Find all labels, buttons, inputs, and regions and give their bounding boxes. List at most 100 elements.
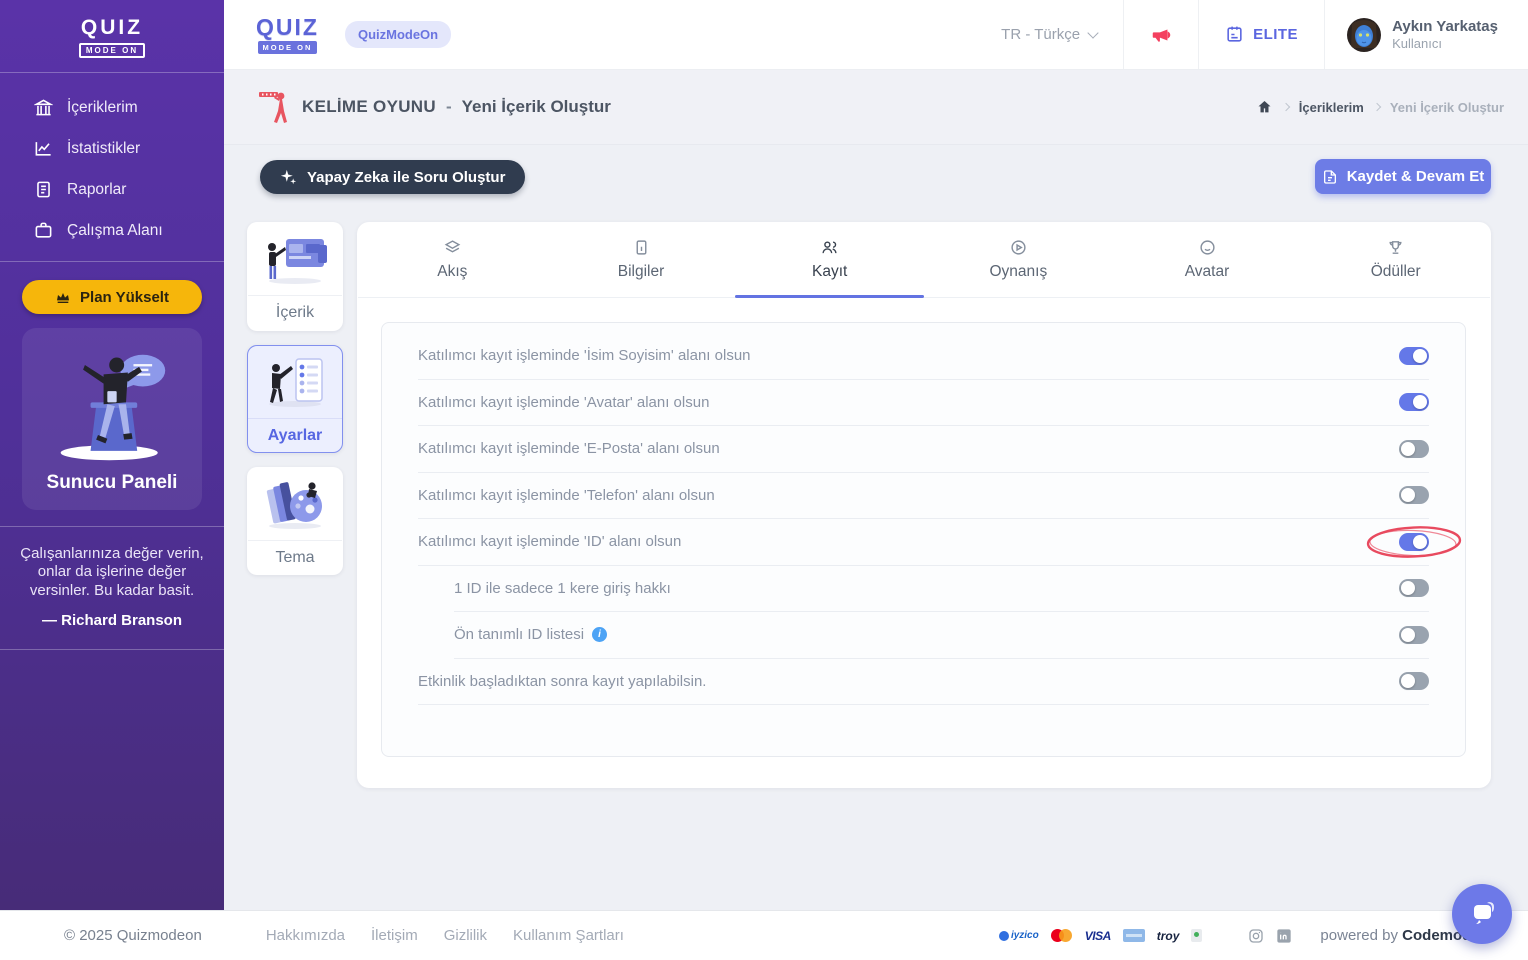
footer-right: iyzico VISA troy powered by Codemodeon: [999, 927, 1498, 944]
home-icon[interactable]: [1256, 99, 1273, 115]
setting-label: Etkinlik başladıktan sonra kayıt yapılab…: [418, 672, 707, 690]
instagram-icon[interactable]: [1248, 928, 1264, 944]
footer-link-iletisim[interactable]: İletişim: [371, 927, 418, 944]
registration-settings-panel: Katılımcı kayıt işleminde 'İsim Soyisim'…: [381, 322, 1466, 757]
app-logo[interactable]: QUIZ MODE ON: [256, 0, 319, 69]
ai-generate-button[interactable]: Yapay Zeka ile Soru Oluştur: [260, 160, 526, 194]
workspace-badge[interactable]: QuizModeOn: [344, 21, 452, 48]
toggle-knob: [1413, 395, 1427, 410]
toggle-isim-soyisim[interactable]: [1399, 346, 1429, 365]
sidebar-item-calisma-alani[interactable]: Çalışma Alanı: [0, 210, 224, 251]
setting-label: Katılımcı kayıt işleminde 'ID' alanı ols…: [418, 533, 682, 551]
breadcrumb-link-iceriklerim[interactable]: İçeriklerim: [1299, 100, 1364, 115]
toggle-knob: [1401, 441, 1415, 456]
avatar: [1347, 17, 1382, 52]
logo-subtext: MODE ON: [257, 40, 318, 54]
sidebar-item-istatistikler[interactable]: İstatistikler: [0, 128, 224, 169]
toggle-id[interactable]: [1399, 532, 1429, 551]
megaphone-icon: [1152, 29, 1171, 42]
side-nav-label: Tema: [248, 540, 342, 574]
logo-text: QUIZ: [256, 13, 319, 40]
setting-row: Etkinlik başladıktan sonra kayıt yapılab…: [418, 659, 1429, 705]
footer-link-kullanim-sartlari[interactable]: Kullanım Şartları: [513, 927, 624, 944]
toggle-tek-giris[interactable]: [1399, 579, 1429, 598]
tab-bilgiler[interactable]: Bilgiler: [547, 222, 736, 297]
footer-link-hakkimizda[interactable]: Hakkımızda: [266, 927, 345, 944]
user-menu[interactable]: Aykın Yarkataş Kullanıcı: [1324, 0, 1528, 69]
language-label: TR - Türkçe: [1001, 26, 1081, 43]
setting-row: Katılımcı kayıt işleminde 'Telefon' alan…: [418, 473, 1429, 519]
toggle-telefon[interactable]: [1399, 486, 1429, 505]
briefcase-icon: [35, 222, 52, 238]
tab-avatar[interactable]: Avatar: [1113, 222, 1302, 297]
toggle-knob: [1401, 627, 1415, 642]
game-type-icon: [259, 92, 287, 123]
tab-oduller[interactable]: Ödüller: [1301, 222, 1490, 297]
social-icons: [1248, 928, 1292, 944]
layers-icon: [444, 239, 461, 253]
ayarlar-illustration: [248, 346, 342, 418]
chat-widget-button[interactable]: [1452, 884, 1512, 944]
host-panel-label: Sunucu Paneli: [46, 472, 178, 493]
toggle-on-tanimli-id[interactable]: [1399, 625, 1429, 644]
divider: [0, 261, 224, 262]
setting-label: Katılımcı kayıt işleminde 'İsim Soyisim'…: [418, 347, 751, 365]
line-chart-icon: [35, 142, 51, 156]
breadcrumb-bar: KELİME OYUNU - Yeni İçerik Oluştur İçeri…: [224, 70, 1528, 145]
language-selector[interactable]: TR - Türkçe: [975, 0, 1123, 69]
save-document-icon: [1323, 169, 1336, 184]
side-nav-icerik[interactable]: İçerik: [247, 222, 343, 331]
tab-kayit[interactable]: Kayıt: [735, 222, 924, 298]
sidebar-item-raporlar[interactable]: Raporlar: [0, 169, 224, 210]
upgrade-plan-button[interactable]: Plan Yükselt: [22, 280, 202, 314]
sidebar-item-iceriklerim[interactable]: İçeriklerim: [0, 87, 224, 128]
ai-generate-label: Yapay Zeka ile Soru Oluştur: [307, 168, 506, 186]
side-nav-tema[interactable]: Tema: [247, 467, 343, 575]
save-continue-button[interactable]: Kaydet & Devam Et: [1315, 159, 1491, 194]
setting-label: Katılımcı kayıt işleminde 'E-Posta' alan…: [418, 440, 720, 458]
crown-icon: [57, 293, 70, 303]
toggle-gec-kayit[interactable]: [1399, 672, 1429, 691]
footer-link-gizlilik[interactable]: Gizlilik: [444, 927, 487, 944]
tab-akis[interactable]: Akış: [358, 222, 547, 297]
logo-subtext: MODE ON: [78, 43, 146, 58]
setting-row: Katılımcı kayıt işleminde 'ID' alanı ols…: [418, 519, 1462, 566]
chevron-right-icon: [1372, 102, 1382, 112]
chat-bubble-icon: [1474, 902, 1494, 924]
setting-row-sub: 1 ID ile sadece 1 kere giriş hakkı: [454, 566, 1429, 612]
users-icon: [822, 240, 837, 253]
tab-label: Akış: [437, 262, 468, 280]
setting-row: Katılımcı kayıt işleminde 'E-Posta' alan…: [418, 426, 1429, 473]
tema-illustration: [248, 468, 342, 540]
linkedin-icon[interactable]: [1276, 928, 1292, 944]
amex-icon: [1122, 929, 1145, 942]
smiley-icon: [1199, 239, 1215, 255]
chevron-down-icon: [1087, 26, 1099, 39]
tab-label: Bilgiler: [617, 262, 665, 280]
announcements-button[interactable]: [1123, 0, 1198, 69]
footer: © 2025 Quizmodeon Hakkımızda İletişim Gi…: [0, 910, 1528, 960]
mastercard-icon: [1050, 929, 1073, 942]
host-panel-illustration: [60, 354, 166, 461]
tab-oynanis[interactable]: Oynanış: [924, 222, 1113, 297]
toggle-eposta[interactable]: [1399, 439, 1429, 458]
sidebar-item-label: Raporlar: [67, 180, 127, 198]
breadcrumb-current: Yeni İçerik Oluştur: [1389, 99, 1504, 115]
sidebar-item-label: İstatistikler: [67, 139, 141, 157]
side-nav-ayarlar[interactable]: Ayarlar: [247, 345, 343, 453]
breadcrumb: İçeriklerim Yeni İçerik Oluştur: [1256, 99, 1504, 115]
quote-block: Çalışanlarınıza değer verin, onlar da iş…: [0, 527, 224, 649]
sidebar-logo: QUIZ MODE ON: [0, 0, 224, 58]
ssl-secure-icon: [1191, 929, 1203, 942]
setting-label: Katılımcı kayıt işleminde 'Telefon' alan…: [418, 486, 715, 504]
setting-label: Katılımcı kayıt işleminde 'Avatar' alanı…: [418, 393, 710, 411]
toggle-avatar[interactable]: [1399, 393, 1429, 412]
info-icon[interactable]: i: [592, 627, 608, 643]
plan-badge[interactable]: ELITE: [1198, 0, 1324, 69]
iyzico-icon: iyzico: [999, 930, 1039, 941]
page-title: Yeni İçerik Oluştur: [461, 97, 611, 116]
sidebar: QUIZ MODE ON İçeriklerim İstatistikler R…: [0, 0, 224, 911]
avatar-image: [1347, 17, 1382, 52]
setting-row-sub: Ön tanımlı ID listesi i: [454, 612, 1429, 659]
host-panel-card[interactable]: Sunucu Paneli: [22, 328, 202, 510]
